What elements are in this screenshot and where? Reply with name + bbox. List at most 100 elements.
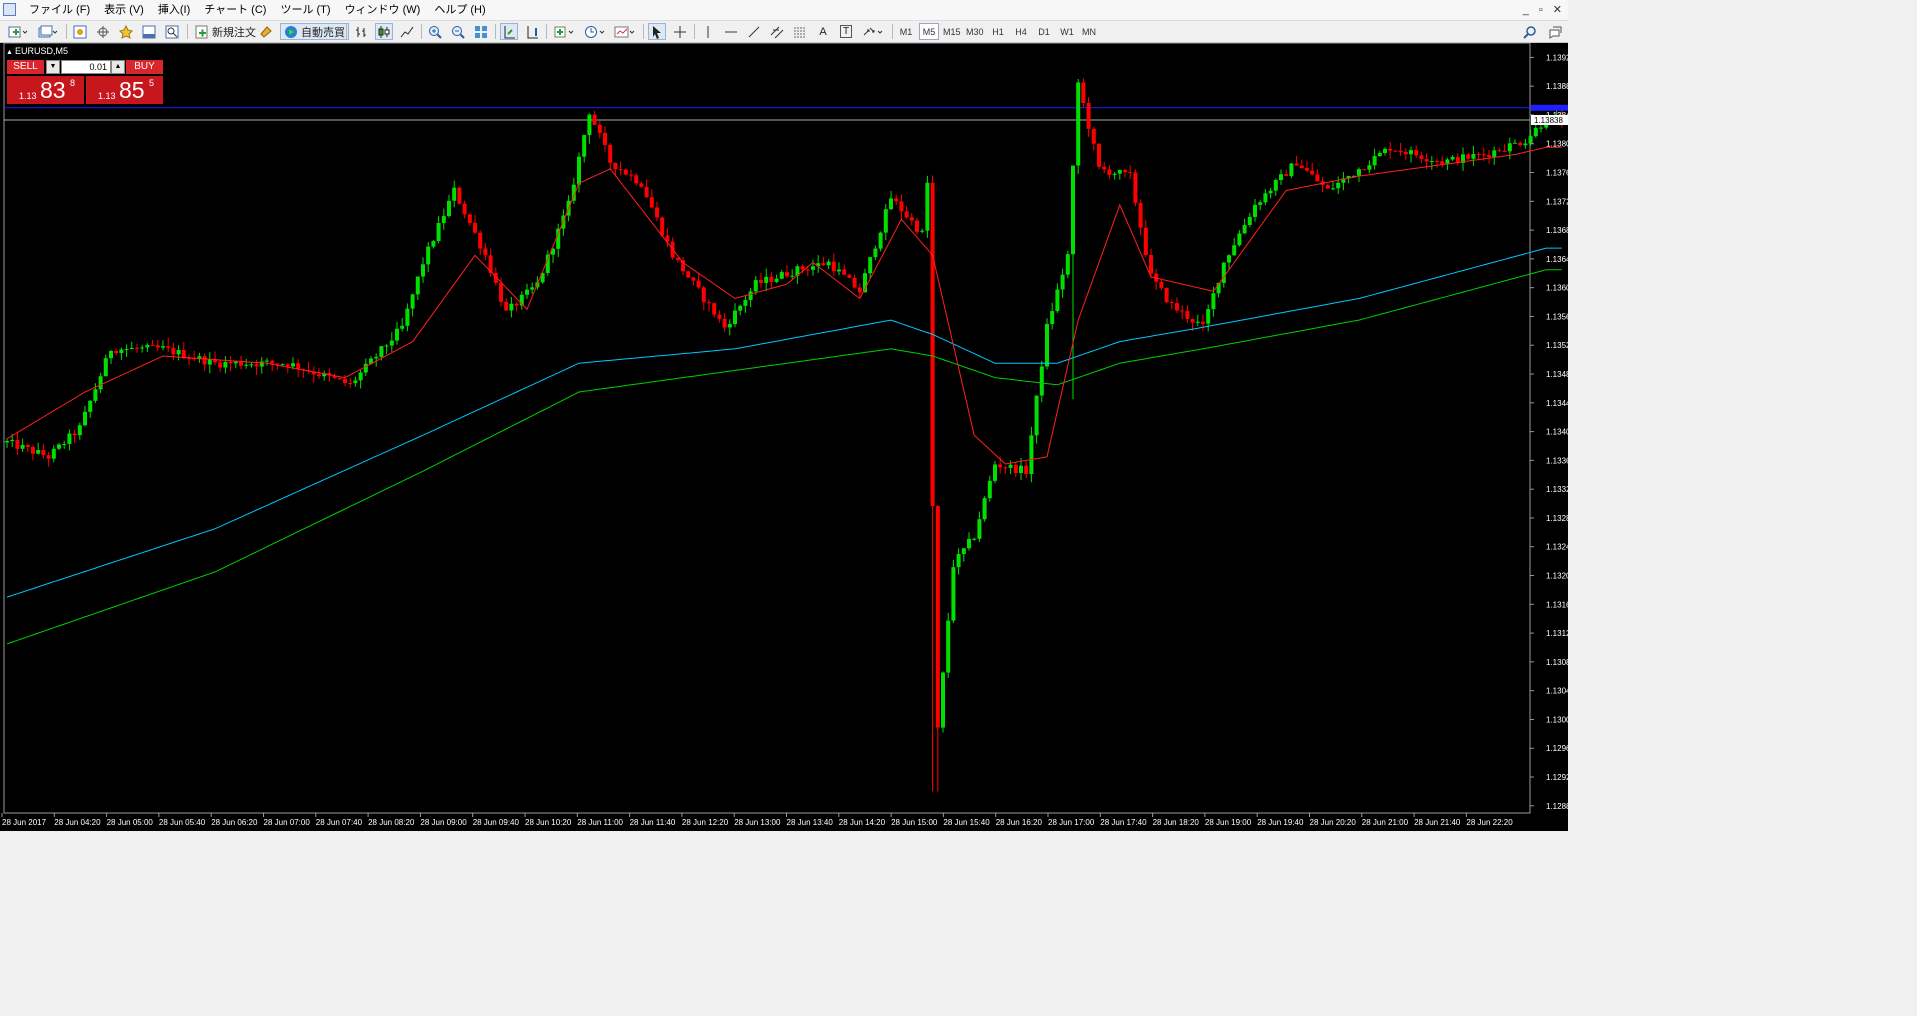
tester-glyph — [165, 25, 179, 38]
autotrade-button[interactable]: 自動売買 — [280, 23, 349, 40]
candle-body — [20, 444, 25, 449]
terminal-icon[interactable] — [140, 23, 158, 40]
menu-view[interactable]: 表示 (V) — [97, 0, 151, 20]
fibonacci-glyph — [794, 27, 806, 37]
candle-body — [847, 274, 852, 278]
chat-icon[interactable] — [1546, 23, 1564, 40]
candlestick-chart-icon[interactable] — [375, 23, 393, 40]
candle-body — [228, 361, 233, 364]
candle-body — [239, 361, 243, 366]
candle-body — [103, 358, 108, 377]
market-watch-icon[interactable] — [71, 23, 89, 40]
menu-bar: ファイル (F) 表示 (V) 挿入(I) チャート (C) ツール (T) ウ… — [0, 0, 1568, 21]
minimize-button[interactable]: _ — [1523, 0, 1529, 20]
candle-body — [691, 277, 696, 281]
ma-mid-line — [6, 247, 1562, 598]
lot-dropdown-icon[interactable]: ▼ — [46, 60, 60, 74]
candle-body — [1409, 150, 1413, 155]
menu-insert[interactable]: 挿入(I) — [151, 0, 197, 20]
metaeditor-icon[interactable] — [257, 23, 275, 40]
buy-button[interactable]: BUY — [126, 60, 163, 74]
timeframe-h4[interactable]: H4 — [1011, 23, 1031, 40]
tile-windows-icon[interactable] — [472, 23, 490, 40]
candle-body — [660, 217, 665, 236]
y-tick-label: 1.13685 — [1546, 226, 1568, 235]
lot-spinner-icon[interactable]: ▲ — [111, 60, 125, 74]
line-chart-icon[interactable] — [398, 23, 416, 40]
horizontal-line-icon[interactable] — [722, 23, 740, 40]
restore-button[interactable]: ▫ — [1539, 0, 1543, 20]
new-chart-icon[interactable] — [5, 23, 31, 40]
timeframe-h1[interactable]: H1 — [988, 23, 1008, 40]
vertical-line-icon[interactable] — [699, 23, 717, 40]
candle-body — [46, 455, 51, 459]
timeframe-m1[interactable]: M1 — [896, 23, 916, 40]
candle-body — [150, 344, 155, 346]
zoom-in-icon[interactable] — [426, 23, 444, 40]
equidistant-channel-icon[interactable] — [768, 23, 786, 40]
menu-file[interactable]: ファイル (F) — [22, 0, 97, 20]
timeframe-m15[interactable]: M15 — [941, 23, 963, 40]
trendline-icon[interactable] — [745, 23, 763, 40]
menu-help[interactable]: ヘルプ (H) — [427, 0, 492, 20]
timeframe-d1[interactable]: D1 — [1034, 23, 1054, 40]
timeframe-m30[interactable]: M30 — [964, 23, 986, 40]
chart-collapse-icon[interactable]: ▲ — [6, 49, 13, 56]
candle-body — [462, 203, 467, 215]
one-click-trade-panel: SELL ▼ 0.01 ▲ BUY 1.13 83 8 1.13 85 5 — [5, 58, 164, 105]
candle-body — [1429, 161, 1434, 163]
search-icon[interactable] — [1521, 23, 1539, 40]
profiles-icon[interactable] — [35, 23, 61, 40]
toolbar-separator — [495, 24, 496, 39]
autotrade-icon — [285, 25, 297, 38]
close-button[interactable]: ✕ — [1553, 0, 1562, 20]
menu-chart[interactable]: チャート (C) — [197, 0, 273, 20]
y-tick-label: 1.13605 — [1546, 284, 1568, 293]
cursor-icon[interactable] — [648, 23, 666, 40]
crosshair-icon[interactable] — [671, 23, 689, 40]
x-tick-label: 28 Jun 05:00 — [107, 818, 154, 827]
candle-body — [1518, 142, 1523, 146]
data-window-icon[interactable] — [94, 23, 112, 40]
sell-button[interactable]: SELL — [7, 60, 44, 74]
text-tool-button[interactable]: A — [814, 23, 832, 40]
zoom-out-icon[interactable] — [449, 23, 467, 40]
new-order-button[interactable]: 新規注文 — [192, 23, 259, 40]
price-chart[interactable]: 1.139251.138851.138451.138051.137651.137… — [0, 43, 1568, 831]
arrows-icon[interactable] — [860, 23, 886, 40]
autoscroll-icon[interactable] — [500, 23, 518, 40]
candle-body — [1372, 156, 1377, 166]
candle-body — [5, 441, 9, 443]
timeframe-w1[interactable]: W1 — [1057, 23, 1077, 40]
chart-shift-icon[interactable] — [523, 23, 541, 40]
y-tick-label: 1.13365 — [1546, 456, 1568, 465]
chart-window[interactable]: 1.139251.138851.138451.138051.137651.137… — [0, 43, 1568, 831]
buy-price-box[interactable]: 1.13 85 5 — [86, 76, 163, 104]
candle-body — [618, 169, 623, 171]
periods-icon[interactable] — [582, 23, 608, 40]
menu-tools[interactable]: ツール (T) — [273, 0, 337, 20]
candle-body — [1273, 180, 1278, 191]
x-tick-label: 28 Jun 04:20 — [54, 818, 101, 827]
templates-icon[interactable] — [612, 23, 638, 40]
candle-body — [722, 318, 727, 328]
y-tick-label: 1.13245 — [1546, 543, 1568, 552]
equidistant-channel-glyph — [770, 26, 784, 38]
bar-chart-icon[interactable] — [352, 23, 370, 40]
menu-window[interactable]: ウィンドウ (W) — [338, 0, 428, 20]
lot-size-input[interactable]: 0.01 — [61, 60, 111, 74]
tester-icon[interactable] — [163, 23, 181, 40]
x-tick-label: 28 Jun 05:40 — [159, 818, 206, 827]
sell-price-box[interactable]: 1.13 83 8 — [7, 76, 84, 104]
app-icon[interactable] — [3, 3, 16, 16]
timeframe-m5[interactable]: M5 — [919, 23, 939, 40]
navigator-icon[interactable] — [117, 23, 135, 40]
indicators-icon[interactable] — [551, 23, 577, 40]
candle-body — [1476, 153, 1481, 155]
text-label-tool-button[interactable]: T — [837, 23, 855, 40]
x-tick-label: 28 Jun 08:20 — [368, 818, 415, 827]
candle-body — [811, 266, 815, 270]
fibonacci-icon[interactable] — [791, 23, 809, 40]
candle-body — [109, 350, 113, 359]
timeframe-mn[interactable]: MN — [1079, 23, 1099, 40]
